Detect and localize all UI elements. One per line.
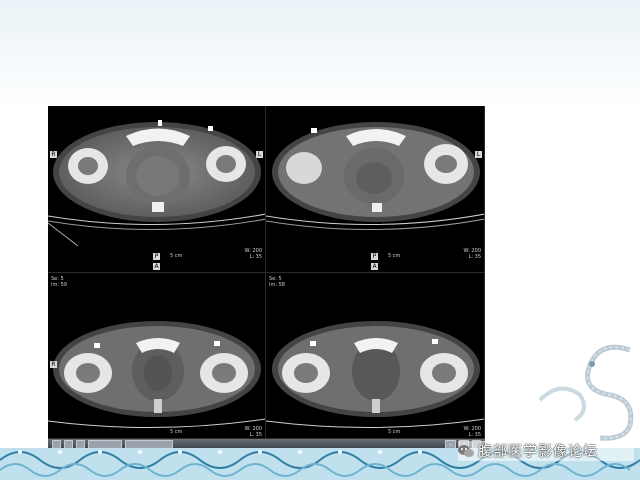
dicom-viewer: R L A P 5 cm W: 200 L: 35 L A P 5 cm W: …	[48, 106, 485, 450]
ct-pane-1[interactable]: R L A P 5 cm W: 200 L: 35	[48, 106, 266, 273]
ct-axial-image-3	[48, 321, 265, 429]
wechat-icon	[458, 445, 474, 457]
watermark: 腹部医学影像论坛	[458, 441, 634, 461]
orient-anterior-box: A	[153, 263, 160, 270]
orient-left-box: L	[256, 151, 263, 158]
ct-pane-3[interactable]: Se: 5 Im: 59 R 5 cm W: 200 L: 35	[48, 273, 266, 439]
image-number: Im: 58	[269, 282, 285, 288]
orient-anterior-box: A	[371, 263, 378, 270]
orient-posterior-box: P	[153, 253, 160, 260]
orient-right-box: R	[50, 361, 57, 368]
scale-label: 5 cm	[170, 253, 183, 259]
ct-axial-image-1	[48, 120, 265, 247]
orient-left-box: L	[475, 151, 482, 158]
window-level: L: 35	[468, 254, 481, 260]
ct-axial-image-2	[266, 122, 484, 231]
orient-posterior-box: P	[371, 253, 378, 260]
window-level: L: 35	[249, 254, 262, 260]
ct-pane-2[interactable]: L A P 5 cm W: 200 L: 35	[266, 106, 485, 273]
scale-label: 5 cm	[388, 429, 401, 435]
scale-label: 5 cm	[170, 429, 183, 435]
scale-label: 5 cm	[388, 253, 401, 259]
dragon-decoration	[538, 344, 634, 441]
orient-right-box: R	[50, 151, 57, 158]
ct-axial-image-4	[266, 321, 484, 429]
slide-header-band	[0, 0, 640, 110]
watermark-text: 腹部医学影像论坛	[478, 443, 598, 459]
image-number: Im: 59	[51, 282, 67, 288]
ct-pane-4[interactable]: Se: 5 Im: 58 5 cm W: 200 L: 35	[266, 273, 485, 439]
